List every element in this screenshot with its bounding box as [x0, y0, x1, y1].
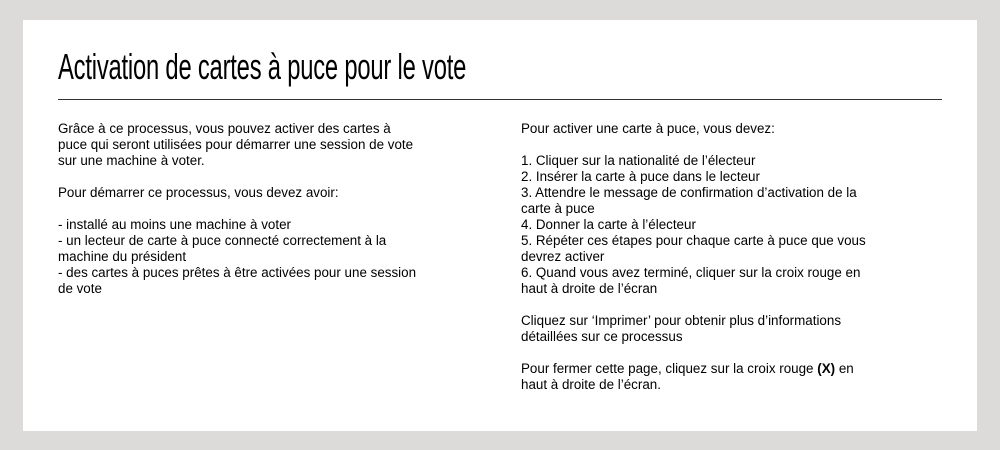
requirement-line: machine du président [58, 249, 187, 264]
step-line: 1. Cliquer sur la nationalité de l’élect… [521, 153, 756, 168]
title-divider [58, 99, 942, 100]
step-line: haut à droite de l’écran [521, 281, 658, 296]
intro-line: sur une machine à voter. [58, 153, 205, 168]
requirements-heading: Pour démarrer ce processus, vous devez a… [58, 185, 339, 200]
step-line: 3. Attendre le message de confirmation d… [521, 185, 857, 200]
step-line: 5. Répéter ces étapes pour chaque carte … [521, 233, 866, 248]
step-line: 2. Insérer la carte à puce dans le lecte… [521, 169, 760, 184]
close-info-line: haut à droite de l’écran. [521, 377, 661, 392]
requirement-line: - un lecteur de carte à puce connecté co… [58, 233, 387, 248]
help-panel: Activation de cartes à puce pour le vote… [23, 20, 977, 431]
requirement-line: - des cartes à puces prêtes à être activ… [58, 265, 417, 280]
close-x-label: (X) [817, 361, 836, 376]
close-info-text: Pour fermer cette page, cliquez sur la c… [521, 361, 818, 376]
requirement-line: de vote [58, 281, 102, 296]
intro-line: puce qui seront utilisées pour démarrer … [58, 137, 414, 152]
step-line: 4. Donner la carte à l’électeur [521, 217, 696, 232]
steps-heading: Pour activer une carte à puce, vous deve… [521, 121, 775, 136]
requirement-line: - installé au moins une machine à voter [58, 217, 291, 232]
step-line: 6. Quand vous avez terminé, cliquer sur … [521, 265, 861, 280]
intro-line: Grâce à ce processus, vous pouvez active… [58, 121, 391, 136]
left-column: Grâce à ce processus, vous pouvez active… [58, 121, 416, 297]
print-info-line: Cliquez sur ‘Imprimer’ pour obtenir plus… [521, 313, 842, 328]
step-line: carte à puce [521, 201, 595, 216]
close-info-text: en [835, 361, 854, 376]
right-column: Pour activer une carte à puce, vous deve… [521, 121, 866, 393]
step-line: devrez activer [521, 249, 605, 264]
page-title: Activation de cartes à puce pour le vote [58, 46, 467, 87]
print-info-line: détaillées sur ce processus [521, 329, 683, 344]
close-info-line: Pour fermer cette page, cliquez sur la c… [521, 361, 866, 377]
